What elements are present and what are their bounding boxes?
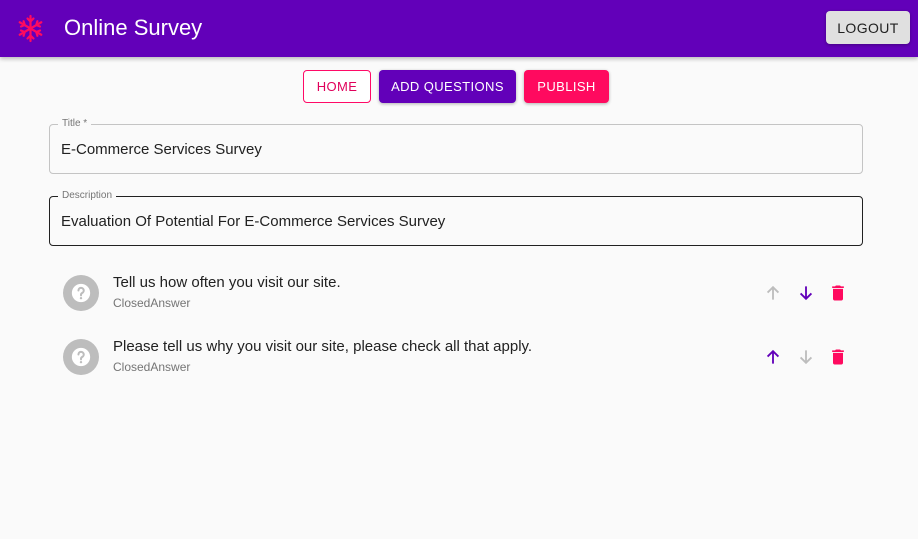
description-field-label: Description (58, 190, 117, 202)
title-field-label: Title * (58, 118, 92, 130)
description-field-value[interactable]: Evaluation Of Potential For E-Commerce S… (61, 213, 445, 231)
title-field-value[interactable]: E-Commerce Services Survey (61, 141, 262, 159)
question-list-item: Tell us how often you visit our site. Cl… (49, 262, 863, 322)
question-text: Tell us how often you visit our site. (113, 274, 341, 291)
arrow-up-icon[interactable] (761, 345, 785, 369)
snowflake-icon (16, 14, 45, 43)
home-button[interactable]: HOME (303, 70, 371, 103)
title-field[interactable]: Title * E-Commerce Services Survey (49, 118, 863, 174)
app-title: Online Survey (64, 15, 203, 40)
app-bar: Online Survey LOGOUT (0, 0, 918, 57)
description-field[interactable]: Description Evaluation Of Potential For … (49, 190, 863, 246)
add-questions-button[interactable]: ADD QUESTIONS (379, 70, 516, 103)
question-list-item: Please tell us why you visit our site, p… (49, 326, 863, 386)
delete-icon[interactable] (826, 281, 850, 305)
question-type: ClosedAnswer (113, 296, 191, 310)
question-type: ClosedAnswer (113, 360, 191, 374)
logout-button[interactable]: LOGOUT (826, 11, 910, 44)
arrow-down-icon (794, 345, 818, 369)
help-circle-icon (63, 275, 99, 311)
publish-button[interactable]: PUBLISH (524, 70, 609, 103)
question-text: Please tell us why you visit our site, p… (113, 338, 533, 355)
arrow-up-icon (761, 281, 785, 305)
help-circle-icon (63, 339, 99, 375)
delete-icon[interactable] (826, 345, 850, 369)
arrow-down-icon[interactable] (794, 281, 818, 305)
